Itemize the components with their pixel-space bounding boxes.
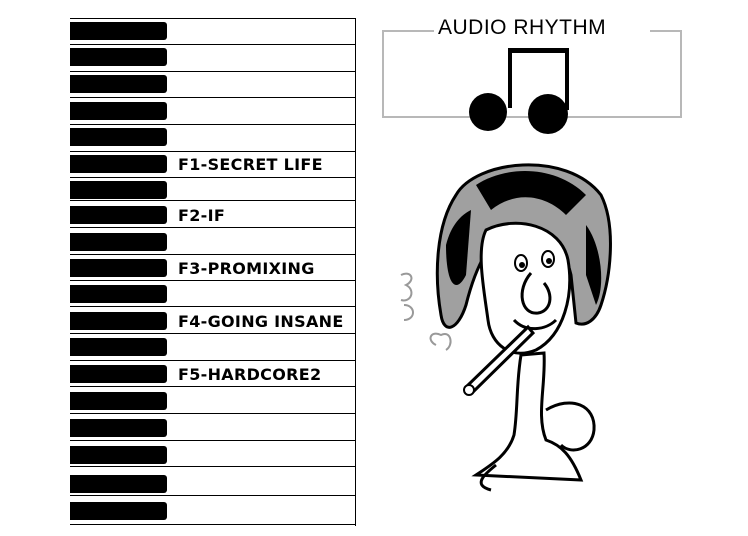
key-divider bbox=[70, 280, 356, 281]
track-item-if[interactable]: F2-IF bbox=[178, 206, 225, 225]
key-divider bbox=[70, 200, 356, 201]
track-item-secret-life[interactable]: F1-SECRET LIFE bbox=[178, 155, 323, 174]
black-key[interactable] bbox=[70, 155, 167, 173]
black-key[interactable] bbox=[70, 259, 167, 277]
key-divider bbox=[70, 44, 356, 45]
black-key[interactable] bbox=[70, 392, 167, 410]
key-divider bbox=[70, 97, 356, 98]
black-key[interactable] bbox=[70, 102, 167, 120]
black-key[interactable] bbox=[70, 206, 167, 224]
key-divider bbox=[70, 524, 356, 525]
black-key[interactable] bbox=[70, 22, 167, 40]
key-divider bbox=[70, 495, 356, 496]
key-divider bbox=[70, 71, 356, 72]
eighth-note-pair-icon bbox=[469, 48, 569, 134]
key-divider bbox=[70, 177, 356, 178]
key-divider bbox=[70, 466, 356, 467]
black-key[interactable] bbox=[70, 312, 167, 330]
app-title: AUDIO RHYTHM bbox=[438, 16, 607, 39]
black-key[interactable] bbox=[70, 475, 167, 493]
key-divider bbox=[70, 413, 356, 414]
key-divider bbox=[70, 254, 356, 255]
key-divider bbox=[70, 124, 356, 125]
black-key[interactable] bbox=[70, 233, 167, 251]
track-item-hardcore2[interactable]: F5-HARDCORE2 bbox=[178, 365, 321, 384]
black-key[interactable] bbox=[70, 285, 167, 303]
track-item-going-insane[interactable]: F4-GOING INSANE bbox=[178, 312, 344, 331]
black-key[interactable] bbox=[70, 75, 167, 93]
keyboard-edge bbox=[355, 18, 356, 526]
key-divider bbox=[70, 306, 356, 307]
black-key[interactable] bbox=[70, 502, 167, 520]
black-key[interactable] bbox=[70, 446, 167, 464]
black-key[interactable] bbox=[70, 365, 167, 383]
track-item-promixing[interactable]: F3-PROMIXING bbox=[178, 259, 315, 278]
key-divider bbox=[70, 151, 356, 152]
black-key[interactable] bbox=[70, 419, 167, 437]
black-key[interactable] bbox=[70, 128, 167, 146]
black-key[interactable] bbox=[70, 338, 167, 356]
key-divider bbox=[70, 333, 356, 334]
key-divider bbox=[70, 18, 356, 19]
black-key[interactable] bbox=[70, 48, 167, 66]
key-divider bbox=[70, 440, 356, 441]
key-divider bbox=[70, 386, 356, 387]
key-divider bbox=[70, 227, 356, 228]
black-key[interactable] bbox=[70, 181, 167, 199]
smoking-character-illustration bbox=[400, 163, 612, 492]
key-divider bbox=[70, 360, 356, 361]
